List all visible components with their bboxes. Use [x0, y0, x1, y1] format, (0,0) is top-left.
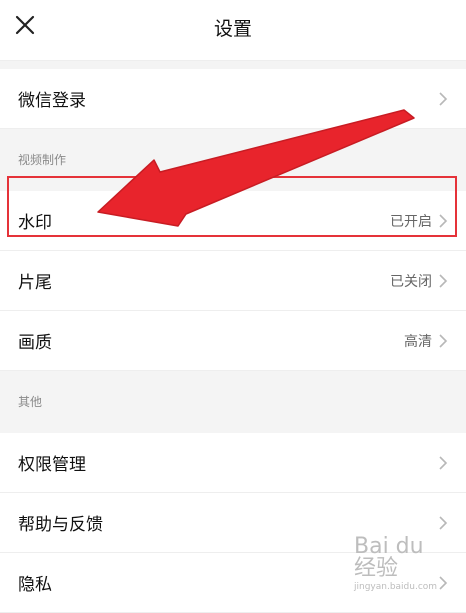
help-feedback-label: 帮助与反馈	[18, 515, 103, 535]
permissions-label: 权限管理	[18, 455, 86, 475]
section-header-other: 其他	[18, 395, 43, 409]
chevron-right-icon	[439, 455, 448, 470]
row-right-area	[438, 455, 448, 471]
permissions-row[interactable]: 权限管理	[0, 433, 466, 493]
chevron-right-icon	[439, 91, 448, 106]
quality-row[interactable]: 画质 高清	[0, 311, 466, 371]
chevron-right-icon	[439, 575, 448, 590]
privacy-label: 隐私	[18, 575, 52, 595]
row-right-area	[438, 515, 448, 531]
privacy-row[interactable]: 隐私	[0, 553, 466, 613]
quality-label: 画质	[18, 333, 52, 353]
quality-status: 高清	[404, 333, 432, 350]
chevron-right-icon	[439, 213, 448, 228]
wechat-login-row[interactable]: 微信登录	[0, 69, 466, 129]
ending-status: 已关闭	[390, 273, 432, 290]
ending-row[interactable]: 片尾 已关闭	[0, 251, 466, 311]
help-feedback-row[interactable]: 帮助与反馈	[0, 493, 466, 553]
page-title: 设置	[213, 18, 252, 40]
top-nav-bar: 设置	[0, 0, 466, 61]
row-right-area	[438, 575, 448, 591]
watermark-label: 水印	[18, 213, 52, 233]
chevron-right-icon	[439, 515, 448, 530]
wechat-login-label: 微信登录	[18, 91, 86, 111]
row-right-area	[438, 91, 448, 107]
watermark-row[interactable]: 水印 已开启	[0, 191, 466, 251]
row-right-area: 高清	[404, 331, 448, 351]
chevron-right-icon	[439, 273, 448, 288]
section-header-video: 视频制作	[18, 153, 67, 167]
chevron-right-icon	[439, 333, 448, 348]
row-right-area: 已开启	[390, 211, 448, 231]
watermark-status: 已开启	[390, 213, 432, 230]
row-right-area: 已关闭	[390, 271, 448, 291]
ending-label: 片尾	[18, 273, 52, 293]
